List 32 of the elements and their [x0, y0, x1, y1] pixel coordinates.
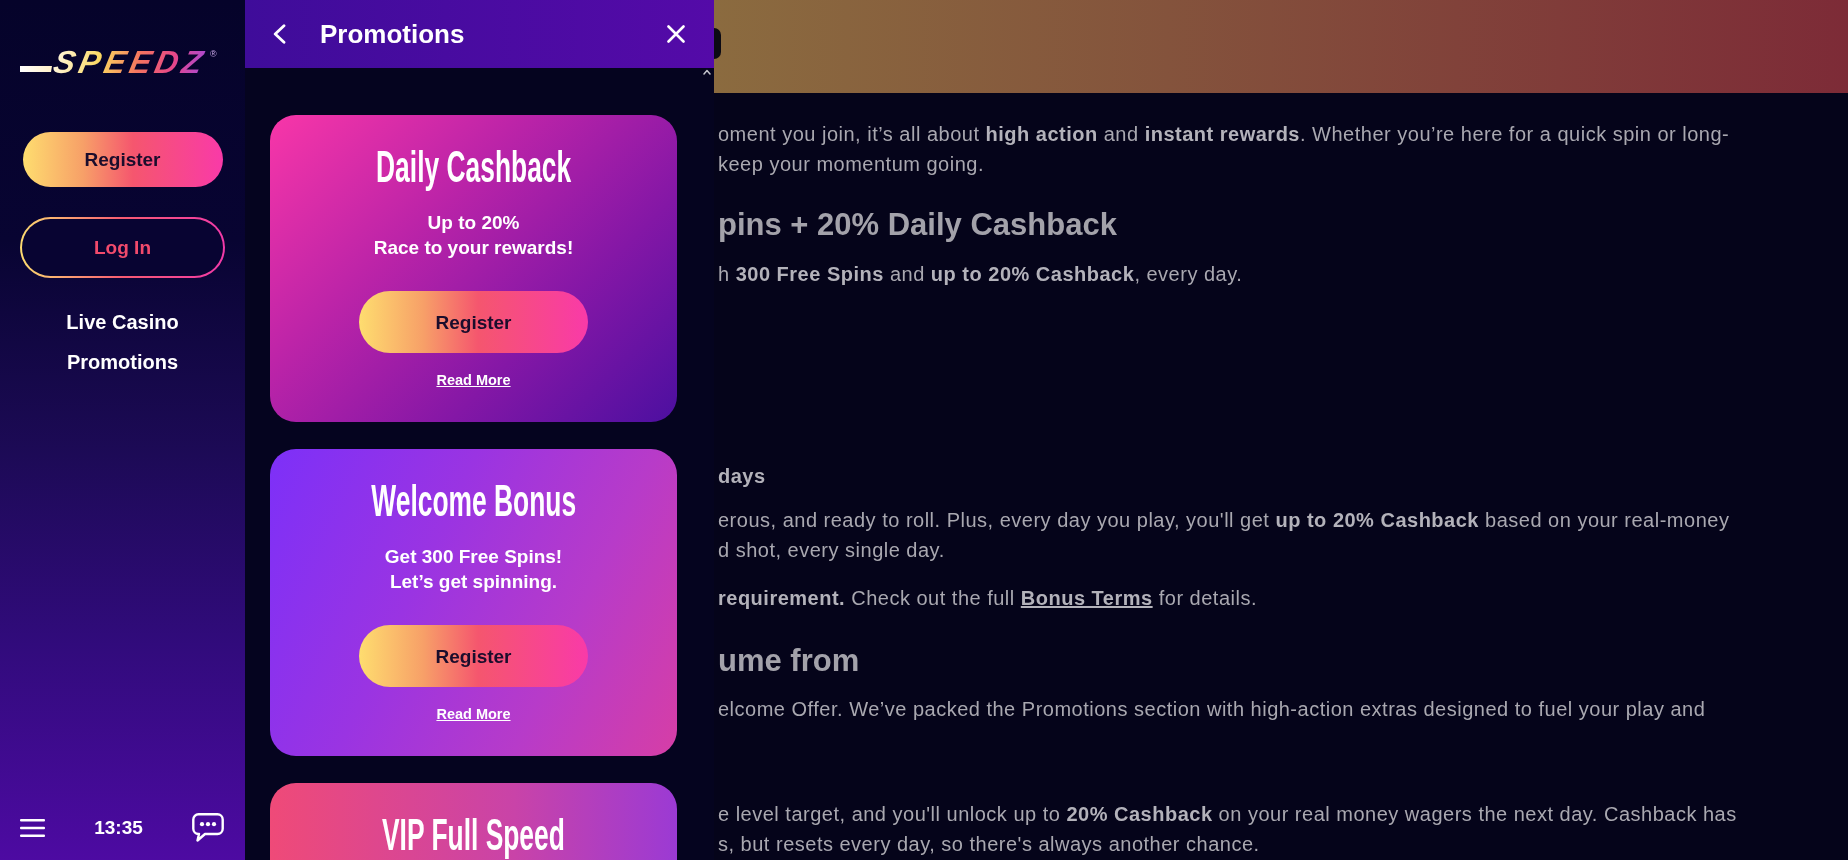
chat-icon[interactable] [192, 813, 224, 842]
speed-stripe-icon [20, 66, 52, 72]
panel-title: Promotions [320, 18, 465, 50]
nav-link[interactable]: Promotions [66, 347, 179, 377]
promo-title: VIP Full Speed [382, 811, 565, 859]
paragraph-text: h 300 Free Spins and up to 20% Cashback, every day. [718, 262, 1244, 287]
subheading-text: days [718, 464, 767, 489]
promo-description: Get 300 Free Spins! Let’s get spinning. [384, 545, 563, 594]
menu-icon[interactable] [20, 818, 45, 837]
paragraph-text: erous, and ready to roll. Plus, every day you play, you'll get up to 20% Cashback based on your real-money d shot, every single day. [718, 508, 1731, 563]
section-heading: ume from [718, 642, 861, 680]
register-button[interactable]: Register [359, 291, 588, 353]
clock-time: 13:35 [94, 815, 143, 840]
promo-title: Welcome Bonus [371, 477, 576, 525]
paragraph-text: oment you join, it’s all about high action and instant rewards. Whether you’re here for a quick spin or long- keep your momentum going. [718, 122, 1731, 177]
login-button[interactable]: Log In [20, 217, 225, 278]
promo-description: Up to 20% Race to your rewards! [373, 211, 574, 260]
read-more-link[interactable]: Read More [436, 704, 511, 724]
read-more-link[interactable]: Read More [436, 370, 511, 390]
close-icon[interactable] [667, 25, 685, 43]
register-button[interactable]: Register [359, 625, 588, 687]
banner-button-edge [714, 28, 721, 59]
paragraph-text: e level target, and you'll unlock up to 20% Cashback on your real money wagers the next day. Cashback has s, but resets every day, so there's always another chance. [718, 802, 1738, 857]
scroll-up-icon[interactable] [703, 69, 711, 75]
paragraph-text: requirement. Check out the full Bonus Terms for details. [718, 586, 1258, 611]
register-button[interactable]: Register [22, 132, 223, 187]
section-heading: pins + 20% Daily Cashback [718, 206, 1118, 244]
nav-link[interactable]: Live Casino [66, 307, 179, 337]
back-icon[interactable] [272, 24, 286, 44]
terms-link[interactable]: Bonus Terms [1020, 587, 1153, 609]
promo-title: Daily Cashback [375, 143, 572, 191]
paragraph-text: elcome Offer. We’ve packed the Promotions section with high-action extras designed to fuel your play and [718, 697, 1707, 722]
